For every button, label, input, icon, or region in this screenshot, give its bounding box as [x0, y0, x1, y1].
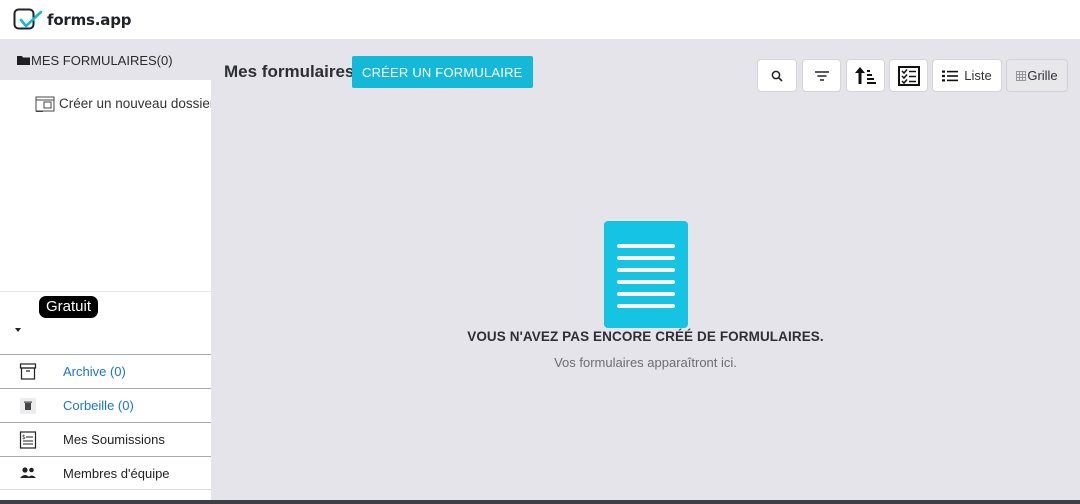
- create-form-button[interactable]: CRÉER UN FORMULAIRE: [352, 56, 533, 88]
- sidebar-item-team[interactable]: Membres d'équipe: [0, 456, 211, 490]
- filter-button[interactable]: [802, 59, 841, 92]
- sort-button[interactable]: [846, 59, 885, 92]
- sidebar-item-submissions[interactable]: $ Mes Soumissions: [0, 422, 211, 456]
- empty-state-subtitle: Vos formulaires apparaîtront ici.: [554, 355, 737, 370]
- sort-ascending-icon: [854, 66, 876, 84]
- top-bar: forms.app: [0, 0, 1080, 40]
- sidebar-item-archive[interactable]: Archive (0): [0, 354, 211, 388]
- sidebar-item-trash[interactable]: Corbeille (0): [0, 388, 211, 422]
- search-icon: [771, 70, 783, 82]
- sidebar-item-label: Archive (0): [63, 364, 126, 379]
- sidebar-item-label: Membres d'équipe: [63, 465, 170, 481]
- sidebar-divider: [0, 291, 211, 292]
- team-icon: [0, 466, 63, 480]
- archive-icon: [0, 363, 63, 380]
- submissions-icon: $: [0, 430, 63, 449]
- sidebar-nav: Archive (0) Corbeille (0) $ Mes Soumissi…: [0, 354, 211, 490]
- grid-view-label: Grille: [1027, 68, 1058, 83]
- page-title: Mes formulaires: [224, 62, 355, 81]
- plan-badge[interactable]: Gratuit: [39, 296, 99, 318]
- list-icon: [942, 70, 959, 81]
- sidebar-item-label: Mes Soumissions: [63, 432, 165, 447]
- caret-down-icon[interactable]: [15, 328, 21, 332]
- svg-text:$: $: [22, 434, 26, 441]
- my-forms-header[interactable]: MES FORMULAIRES(0): [0, 40, 211, 80]
- search-button[interactable]: [757, 59, 797, 92]
- bottom-strip: [0, 500, 1080, 504]
- folder-icon: [17, 56, 30, 65]
- sidebar: MES FORMULAIRES(0) Créer un nouveau doss…: [0, 40, 211, 504]
- list-view-label: Liste: [964, 68, 992, 83]
- grid-view-button[interactable]: Grille: [1006, 59, 1068, 92]
- logo-text: forms.app: [47, 11, 132, 29]
- sidebar-item-label: Corbeille (0): [63, 398, 134, 413]
- new-folder-label: Créer un nouveau dossier: [59, 95, 211, 111]
- new-folder-icon: [35, 96, 55, 112]
- empty-state-title: VOUS N'AVEZ PAS ENCORE CRÉÉ DE FORMULAIR…: [467, 329, 824, 344]
- select-button[interactable]: [889, 59, 928, 92]
- main-content: Mes formulaires CRÉER UN FORMULAIRE List…: [211, 40, 1080, 504]
- grid-icon: [1016, 70, 1027, 81]
- logo[interactable]: forms.app: [13, 8, 131, 32]
- my-forms-label: MES FORMULAIRES(0): [31, 52, 173, 68]
- trash-icon: [0, 397, 63, 415]
- checklist-icon: [897, 65, 920, 86]
- filter-icon: [814, 70, 829, 81]
- logo-icon: [13, 8, 43, 30]
- new-folder-button[interactable]: Créer un nouveau dossier: [0, 93, 211, 113]
- empty-document-icon: [604, 221, 688, 328]
- list-view-button[interactable]: Liste: [932, 59, 1002, 92]
